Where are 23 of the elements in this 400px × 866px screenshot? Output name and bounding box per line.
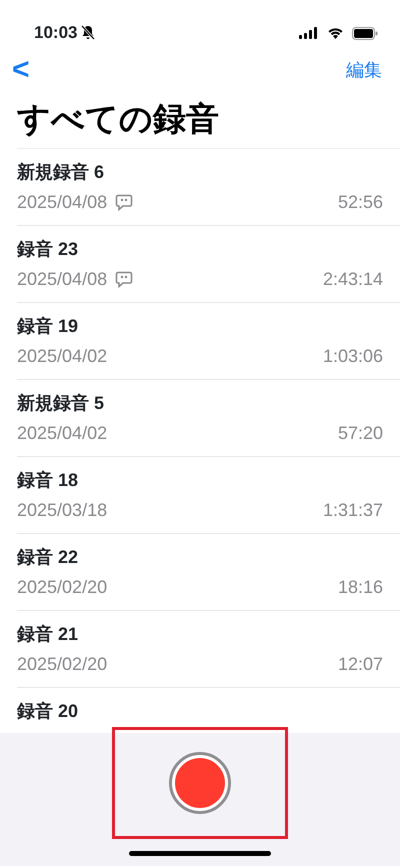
recording-date: 2025/04/08: [17, 191, 108, 214]
recording-duration: 52:56: [338, 191, 383, 214]
page-title: すべての録音: [17, 99, 220, 139]
recording-date: 2025/04/08: [17, 268, 108, 291]
recording-duration: 18:16: [338, 576, 383, 599]
recording-duration: 12:07: [338, 653, 383, 676]
battery-icon: [352, 26, 378, 40]
recording-duration: 1:31:37: [322, 499, 383, 522]
recording-date: 2025/02/20: [17, 653, 108, 676]
edit-button[interactable]: 編集: [346, 56, 382, 84]
recording-date: 2025/04/02: [17, 422, 108, 445]
recording-duration: 1:03:06: [322, 345, 383, 368]
status-time: 10:03: [34, 22, 78, 44]
recording-duration: 57:20: [338, 422, 383, 445]
signal-icon: [299, 27, 319, 39]
recording-duration: 2:43:14: [322, 268, 383, 291]
recording-name[interactable]: 新規録音 6: [17, 159, 383, 185]
recording-date: 2025/02/20: [17, 576, 108, 599]
recording-date: 2025/03/18: [17, 499, 108, 522]
back-button[interactable]: <: [8, 55, 34, 85]
wifi-icon: [327, 27, 344, 39]
recording-name[interactable]: 新規録音 5: [17, 390, 383, 416]
recording-date: 2025/04/02: [17, 345, 108, 368]
